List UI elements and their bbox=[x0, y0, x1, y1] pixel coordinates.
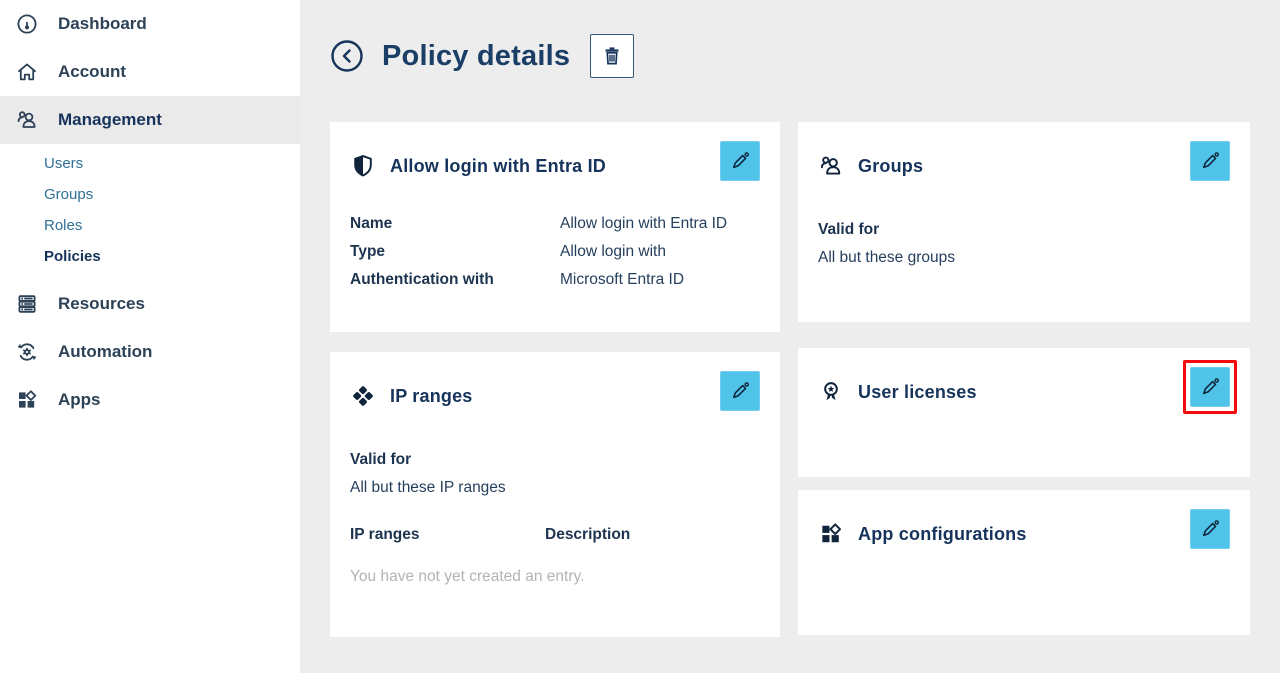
badge-icon bbox=[818, 379, 844, 405]
sidebar-item-resources[interactable]: Resources bbox=[0, 280, 300, 328]
card-title: IP ranges bbox=[390, 386, 473, 407]
users-icon bbox=[14, 107, 40, 133]
field-value: Allow login with Entra ID bbox=[560, 210, 727, 238]
card-title: App configurations bbox=[858, 524, 1027, 545]
pencil-icon bbox=[1199, 376, 1221, 398]
card-groups: Groups Valid for All but these groups bbox=[798, 122, 1250, 322]
sidebar-item-management[interactable]: Management bbox=[0, 96, 300, 144]
field-list: Name Allow login with Entra ID Type Allo… bbox=[350, 210, 760, 294]
sidebar-item-label: Apps bbox=[58, 390, 101, 410]
chevron-left-circle-icon bbox=[330, 39, 364, 73]
apps-icon bbox=[818, 521, 844, 547]
pencil-icon bbox=[1199, 518, 1221, 540]
valid-for-label: Valid for bbox=[350, 446, 760, 474]
cards-column-right: Groups Valid for All but these groups bbox=[798, 122, 1250, 637]
ip-ranges-icon bbox=[350, 383, 376, 409]
field-row: Type Allow login with bbox=[350, 238, 760, 266]
field-value: Allow login with bbox=[560, 238, 666, 266]
page-header: Policy details bbox=[330, 34, 1250, 78]
valid-for-value: All but these groups bbox=[818, 244, 1230, 272]
card-user-licenses: User licenses bbox=[798, 348, 1250, 477]
edit-button-highlight bbox=[1183, 360, 1237, 414]
automation-icon bbox=[14, 339, 40, 365]
field-row: Name Allow login with Entra ID bbox=[350, 210, 760, 238]
column-header: Description bbox=[545, 526, 630, 544]
trash-icon bbox=[600, 44, 624, 68]
edit-app-configurations-button[interactable] bbox=[1190, 509, 1230, 549]
sidebar-item-label: Dashboard bbox=[58, 14, 147, 34]
sidebar-item-apps[interactable]: Apps bbox=[0, 376, 300, 424]
card-title: Groups bbox=[858, 156, 923, 177]
server-icon bbox=[14, 291, 40, 317]
field-value: Microsoft Entra ID bbox=[560, 266, 684, 294]
field-label: Authentication with bbox=[350, 266, 560, 294]
column-header: IP ranges bbox=[350, 526, 545, 544]
main-content: Policy details bbox=[300, 0, 1280, 673]
sidebar-item-label: Management bbox=[58, 110, 162, 130]
page-title: Policy details bbox=[382, 40, 570, 73]
cards-column-left: Allow login with Entra ID Name Allow log… bbox=[330, 122, 780, 637]
sidebar-item-automation[interactable]: Automation bbox=[0, 328, 300, 376]
sidebar: Dashboard Account Management Users Group… bbox=[0, 0, 300, 673]
sidebar-item-label: Account bbox=[58, 62, 126, 82]
field-row: Authentication with Microsoft Entra ID bbox=[350, 266, 760, 294]
card-title: User licenses bbox=[858, 382, 977, 403]
pencil-icon bbox=[729, 150, 751, 172]
cards-grid: Allow login with Entra ID Name Allow log… bbox=[330, 122, 1250, 637]
management-submenu: Users Groups Roles Policies bbox=[0, 144, 300, 280]
sidebar-item-label: Resources bbox=[58, 294, 145, 314]
card-ip-ranges: IP ranges Valid for All but these IP ran… bbox=[330, 352, 780, 637]
sidebar-item-account[interactable]: Account bbox=[0, 48, 300, 96]
field-label: Name bbox=[350, 210, 560, 238]
card-allow-login: Allow login with Entra ID Name Allow log… bbox=[330, 122, 780, 332]
field-label: Type bbox=[350, 238, 560, 266]
edit-user-licenses-button[interactable] bbox=[1190, 367, 1230, 407]
sidebar-item-dashboard[interactable]: Dashboard bbox=[0, 0, 300, 48]
pencil-icon bbox=[1199, 150, 1221, 172]
shield-icon bbox=[350, 153, 376, 179]
home-icon bbox=[14, 59, 40, 85]
edit-allow-login-button[interactable] bbox=[720, 141, 760, 181]
sidebar-item-policies[interactable]: Policies bbox=[0, 241, 300, 272]
edit-ip-ranges-button[interactable] bbox=[720, 371, 760, 411]
users-icon bbox=[818, 153, 844, 179]
pencil-icon bbox=[729, 380, 751, 402]
sidebar-item-groups[interactable]: Groups bbox=[0, 179, 300, 210]
gauge-icon bbox=[14, 11, 40, 37]
empty-state-text: You have not yet created an entry. bbox=[350, 568, 760, 586]
valid-for-label: Valid for bbox=[818, 216, 1230, 244]
sidebar-item-label: Automation bbox=[58, 342, 152, 362]
back-button[interactable] bbox=[330, 39, 364, 73]
card-title: Allow login with Entra ID bbox=[390, 156, 606, 177]
valid-for-value: All but these IP ranges bbox=[350, 474, 760, 502]
sidebar-item-roles[interactable]: Roles bbox=[0, 210, 300, 241]
edit-groups-button[interactable] bbox=[1190, 141, 1230, 181]
sidebar-item-users[interactable]: Users bbox=[0, 148, 300, 179]
apps-icon bbox=[14, 387, 40, 413]
ip-table-header: IP ranges Description bbox=[350, 526, 760, 544]
delete-policy-button[interactable] bbox=[590, 34, 634, 78]
card-app-configurations: App configurations bbox=[798, 490, 1250, 635]
